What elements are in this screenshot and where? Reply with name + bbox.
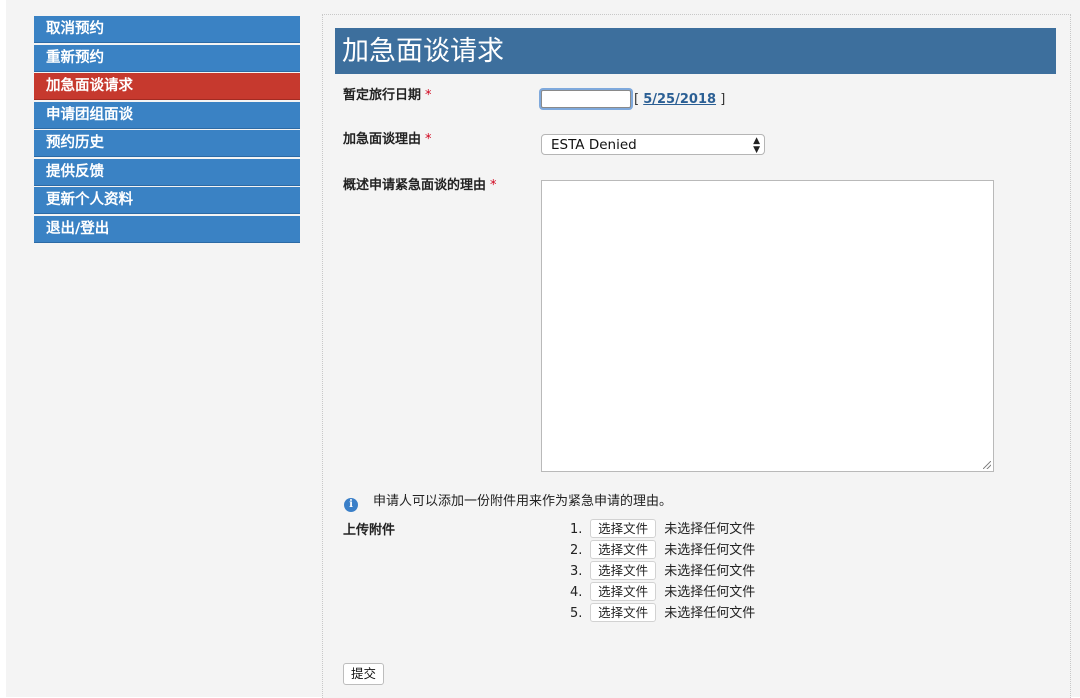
description-label-text: 概述申请紧急面谈的理由 bbox=[343, 178, 487, 193]
reason-select[interactable]: ESTA Denied ▲ ▼ bbox=[541, 134, 765, 155]
upload-row: 1. 选择文件 未选择任何文件 bbox=[570, 518, 755, 539]
required-mark: * bbox=[425, 88, 432, 103]
resize-grip-icon[interactable] bbox=[983, 461, 991, 469]
upload-list: 1. 选择文件 未选择任何文件 2. 选择文件 未选择任何文件 3. 选择文件 … bbox=[570, 518, 755, 623]
travel-date-label: 暂定旅行日期 * bbox=[343, 84, 432, 103]
file-status: 未选择任何文件 bbox=[664, 564, 756, 579]
travel-date-label-text: 暂定旅行日期 bbox=[343, 88, 422, 103]
attachment-info: i 申请人可以添加一份附件用来作为紧急申请的理由。 bbox=[344, 490, 672, 512]
description-label: 概述申请紧急面谈的理由 * bbox=[343, 174, 497, 193]
sidebar-item-expedite-request[interactable]: 加急面谈请求 bbox=[34, 73, 300, 100]
travel-date-suggestion: [ 5/25/2018 ] bbox=[634, 92, 725, 107]
up-down-arrows-icon: ▲ ▼ bbox=[753, 136, 760, 155]
upload-row: 2. 选择文件 未选择任何文件 bbox=[570, 539, 755, 560]
description-textarea[interactable] bbox=[541, 180, 994, 472]
reason-label: 加急面谈理由 * bbox=[343, 128, 432, 147]
sidebar-item-logout[interactable]: 退出/登出 bbox=[34, 215, 300, 243]
upload-row: 3. 选择文件 未选择任何文件 bbox=[570, 560, 755, 581]
main-panel: 加急面谈请求 暂定旅行日期 * [ 5/25/2018 ] 加急面谈理由 * EST… bbox=[322, 14, 1071, 698]
attachment-info-text: 申请人可以添加一份附件用来作为紧急申请的理由。 bbox=[373, 494, 673, 509]
submit-button[interactable]: 提交 bbox=[343, 663, 385, 685]
sidebar-menu: 取消预约 重新预约 加急面谈请求 申请团组面谈 预约历史 提供反馈 更新个人资料… bbox=[34, 16, 300, 244]
choose-file-button[interactable]: 选择文件 bbox=[590, 540, 657, 559]
page-title: 加急面谈请求 bbox=[335, 28, 1056, 74]
choose-file-button[interactable]: 选择文件 bbox=[590, 519, 657, 538]
upload-label: 上传附件 bbox=[343, 523, 396, 538]
bracket-open: [ bbox=[634, 92, 640, 107]
reason-label-text: 加急面谈理由 bbox=[343, 132, 422, 147]
upload-row-number: 2. bbox=[570, 543, 583, 558]
file-status: 未选择任何文件 bbox=[664, 543, 756, 558]
sidebar-item-update-profile[interactable]: 更新个人资料 bbox=[34, 187, 300, 214]
choose-file-button[interactable]: 选择文件 bbox=[590, 582, 657, 601]
upload-row-number: 4. bbox=[570, 585, 583, 600]
bracket-close: ] bbox=[720, 92, 726, 107]
info-circle-icon: i bbox=[344, 498, 358, 512]
upload-row-number: 3. bbox=[570, 564, 583, 579]
upload-row: 5. 选择文件 未选择任何文件 bbox=[570, 602, 755, 623]
travel-date-input[interactable] bbox=[541, 90, 631, 108]
sidebar-item-feedback[interactable]: 提供反馈 bbox=[34, 158, 300, 186]
file-status: 未选择任何文件 bbox=[664, 606, 756, 621]
choose-file-button[interactable]: 选择文件 bbox=[590, 561, 657, 580]
choose-file-button[interactable]: 选择文件 bbox=[590, 603, 657, 622]
required-mark: * bbox=[490, 178, 497, 193]
travel-date-link[interactable]: 5/25/2018 bbox=[643, 92, 716, 107]
sidebar-item-appointment-history[interactable]: 预约历史 bbox=[34, 130, 300, 157]
upload-row-number: 1. bbox=[570, 522, 583, 537]
sidebar-item-cancel-appointment[interactable]: 取消预约 bbox=[34, 16, 300, 43]
sidebar-item-reschedule[interactable]: 重新预约 bbox=[34, 44, 300, 72]
file-status: 未选择任何文件 bbox=[664, 585, 756, 600]
reason-select-value: ESTA Denied bbox=[551, 137, 637, 153]
required-mark: * bbox=[425, 132, 432, 147]
file-status: 未选择任何文件 bbox=[664, 522, 756, 537]
upload-row: 4. 选择文件 未选择任何文件 bbox=[570, 581, 755, 602]
sidebar-item-group-appointment[interactable]: 申请团组面谈 bbox=[34, 101, 300, 129]
upload-row-number: 5. bbox=[570, 606, 583, 621]
